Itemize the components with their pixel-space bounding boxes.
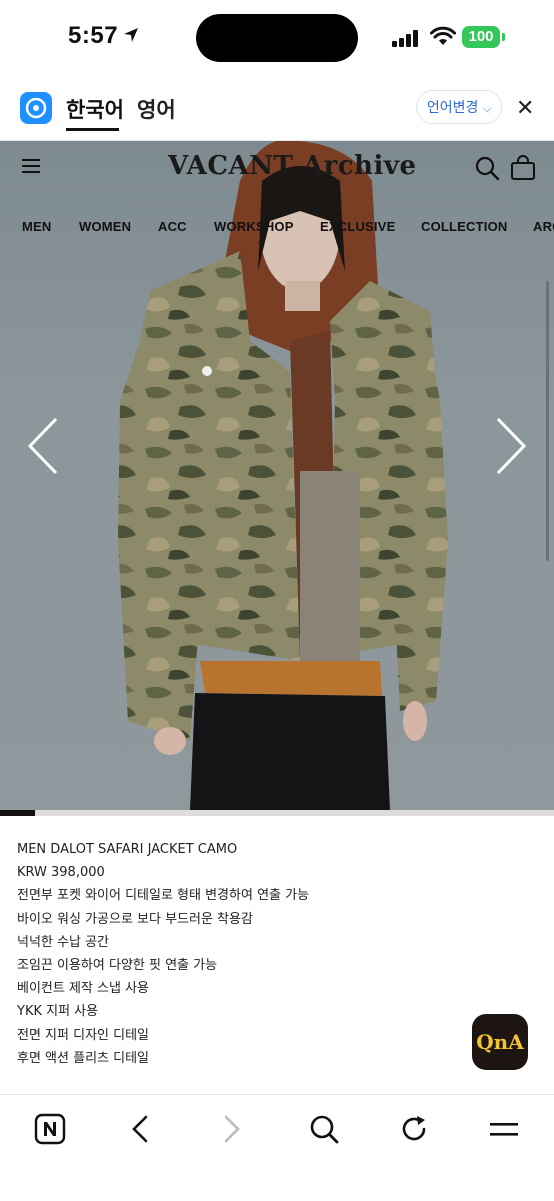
search-icon[interactable] <box>308 1113 340 1145</box>
tab-korean[interactable]: 한국어 <box>66 94 124 124</box>
close-icon[interactable]: ✕ <box>516 96 534 121</box>
papago-logo <box>20 92 52 124</box>
product-price: KRW 398,000 <box>17 865 105 881</box>
battery-indicator: 100 <box>462 26 500 48</box>
product-detail: 베이컨트 제작 스냅 사용 <box>17 981 149 997</box>
product-detail: 전면 지퍼 디자인 디테일 <box>17 1027 149 1043</box>
product-image-carousel[interactable]: VACANT Archive MEN WOMEN ACC WORKSHOP EX… <box>0 141 554 810</box>
category-nav: MEN WOMEN ACC WORKSHOP EXCLUSIVE COLLECT… <box>0 219 554 241</box>
product-detail: 후면 액션 플리츠 디테일 <box>17 1050 149 1066</box>
location-arrow-icon <box>124 28 138 42</box>
menu-icon[interactable] <box>22 158 42 174</box>
product-detail: 바이오 워싱 가공으로 보다 부드러운 착용감 <box>17 911 253 927</box>
product-detail: 조임끈 이용하여 다양한 핏 연출 가능 <box>17 958 218 974</box>
nav-item-acc[interactable]: ACC <box>158 219 187 234</box>
active-tab-indicator <box>66 128 119 131</box>
menu-icon[interactable] <box>488 1113 520 1145</box>
chevron-right-icon[interactable] <box>494 417 528 475</box>
search-icon[interactable] <box>474 155 500 181</box>
translation-bar: 한국어 영어 언어변경 ⌵ ✕ <box>0 80 554 141</box>
change-language-label: 언어변경 <box>426 100 479 116</box>
brand-logo[interactable]: VACANT Archive <box>168 151 417 181</box>
change-language-button[interactable]: 언어변경 ⌵ <box>416 90 502 124</box>
shopping-bag-icon[interactable] <box>510 155 536 181</box>
product-detail: YKK 지퍼 사용 <box>17 1004 99 1020</box>
back-icon[interactable] <box>128 1113 152 1145</box>
product-detail: 넉넉한 수납 공간 <box>17 934 109 950</box>
site-header: VACANT Archive MEN WOMEN ACC WORKSHOP EX… <box>0 141 554 261</box>
product-detail: 전면부 포켓 와이어 디테일로 형태 변경하여 연출 가능 <box>17 888 310 904</box>
qna-button[interactable]: QnA <box>472 1014 528 1070</box>
nav-item-archive[interactable]: ARC <box>533 219 554 234</box>
forward-icon[interactable] <box>220 1113 244 1145</box>
carousel-progress <box>0 810 554 816</box>
carousel-progress-fill <box>0 810 35 816</box>
naver-icon[interactable] <box>34 1113 66 1145</box>
product-info: MEN DALOT SAFARI JACKET CAMO KRW 398,000… <box>17 838 537 1070</box>
chevron-left-icon[interactable] <box>26 417 60 475</box>
status-time: 5:57 <box>68 22 119 49</box>
nav-item-collection[interactable]: COLLECTION <box>421 219 508 234</box>
product-name: MEN DALOT SAFARI JACKET CAMO <box>17 842 238 857</box>
nav-item-exclusive[interactable]: EXCLUSIVE <box>320 219 395 234</box>
reload-icon[interactable] <box>398 1113 430 1145</box>
browser-toolbar <box>0 1094 554 1201</box>
chevron-down-icon: ⌵ <box>482 102 492 115</box>
tab-english[interactable]: 영어 <box>137 94 176 124</box>
page-scrollbar[interactable] <box>546 281 549 561</box>
nav-item-workshop[interactable]: WORKSHOP <box>214 219 294 234</box>
dynamic-island <box>196 14 358 62</box>
battery-tip <box>502 33 505 41</box>
signal-icon <box>392 29 422 47</box>
nav-item-women[interactable]: WOMEN <box>79 219 131 234</box>
status-bar: 5:57 100 <box>0 0 554 78</box>
nav-item-men[interactable]: MEN <box>22 219 52 234</box>
wifi-icon <box>430 26 456 45</box>
